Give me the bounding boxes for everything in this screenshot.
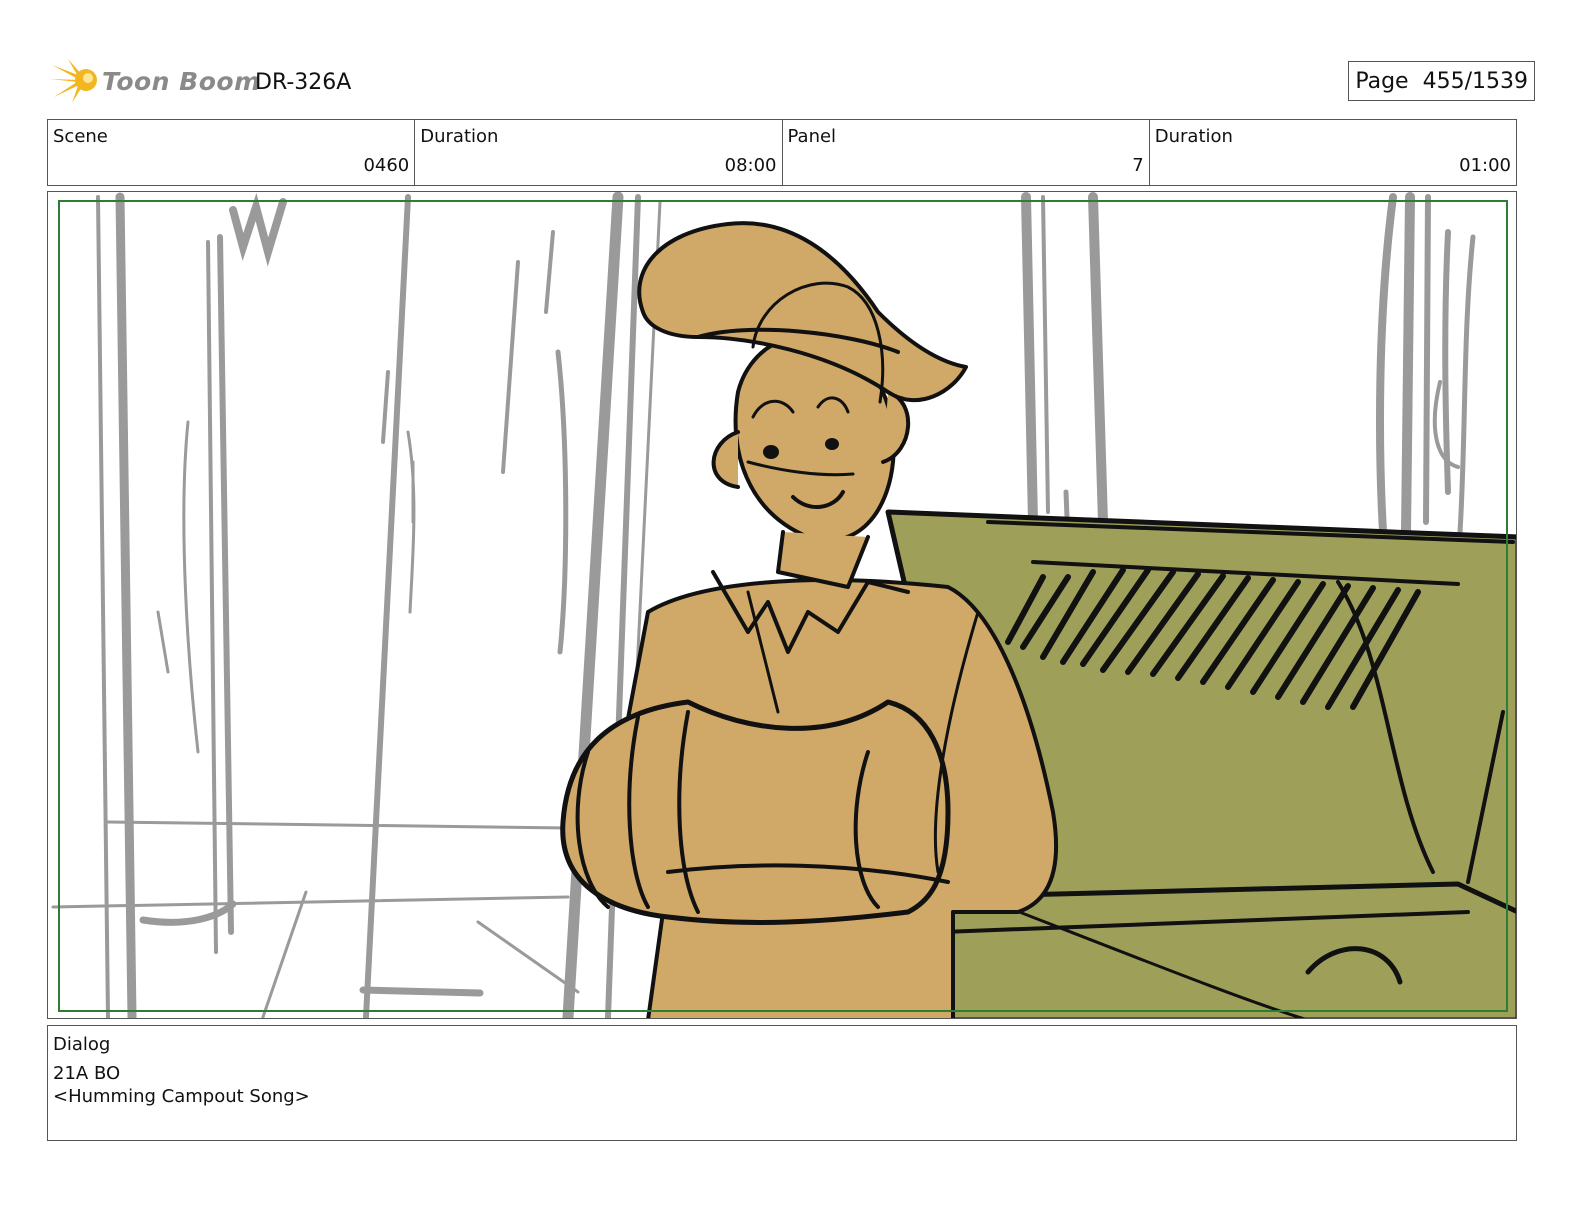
panel-label: Panel [787,126,837,147]
brand-name: Toon Boom [102,67,261,96]
panel-drawing [51,192,1516,1018]
panel-value: 7 [1132,155,1144,176]
dialog-box: Dialog 21A BO <Humming Campout Song> [47,1025,1517,1141]
panel-duration-value: 01:00 [1459,155,1511,176]
dialog-line: <Humming Campout Song> [53,1086,310,1107]
shot-info-table: Scene 0460 Duration 08:00 Panel 7 Durati… [47,119,1517,186]
scene-label: Scene [53,126,108,147]
panel-cell: Panel 7 [783,120,1150,185]
scene-duration-label: Duration [420,126,499,147]
character-drawing [560,221,1058,1018]
scene-duration-value: 08:00 [724,155,777,176]
dialog-label: Dialog [53,1034,111,1055]
scene-value: 0460 [363,155,410,176]
page-header: Toon Boom DR-326A Page 455/1539 [50,55,1535,105]
dialog-line: 21A BO [53,1063,121,1084]
panel-duration-label: Duration [1154,126,1233,147]
storyboard-panel [47,191,1517,1019]
page-label: Page [1355,68,1409,94]
panel-duration-cell: Duration 01:00 [1150,120,1516,185]
scene-cell: Scene 0460 [48,120,416,185]
page-indicator: Page 455/1539 [1348,61,1535,101]
production-code: DR-326A [255,70,352,95]
scene-duration-cell: Duration 08:00 [415,120,783,185]
page-number: 455/1539 [1422,68,1528,94]
